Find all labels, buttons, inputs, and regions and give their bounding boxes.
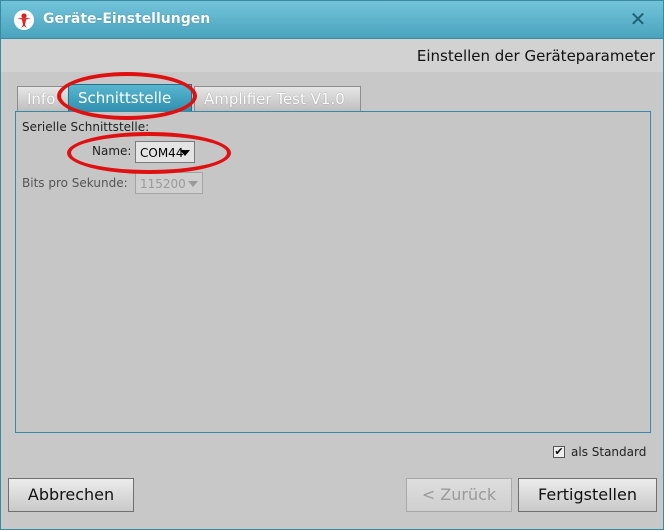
port-name-value: COM44 (140, 146, 184, 160)
tab-info[interactable]: Info (17, 86, 73, 112)
dialog-window: Geräte-Einstellungen ✕ Einstellen der Ge… (0, 0, 664, 530)
finish-button[interactable]: Fertigstellen (518, 478, 657, 512)
default-checkbox[interactable]: ✔ (553, 446, 565, 458)
serial-group-label: Serielle Schnittstelle: (22, 120, 150, 134)
person-logo-icon (14, 10, 34, 30)
page-header: Einstellen der Geräteparameter (1, 39, 663, 72)
baud-rate-label: Bits pro Sekunde: (22, 176, 128, 190)
tab-amplifier-test[interactable]: Amplifier Test V1.0 (194, 86, 361, 112)
tab-panel-schnittstelle: Serielle Schnittstelle: Name: COM44 Bits… (15, 111, 651, 433)
chevron-down-icon (188, 181, 198, 187)
baud-rate-select: 115200 (135, 172, 203, 194)
baud-rate-value: 115200 (140, 177, 186, 191)
window-title: Geräte-Einstellungen (43, 11, 211, 27)
port-name-label: Name: (92, 144, 132, 158)
chevron-down-icon (180, 150, 190, 156)
cancel-button[interactable]: Abbrechen (8, 478, 134, 512)
page-title: Einstellen der Geräteparameter (416, 47, 655, 65)
port-name-select[interactable]: COM44 (135, 141, 195, 163)
close-icon[interactable]: ✕ (629, 9, 647, 29)
tab-schnittstelle[interactable]: Schnittstelle (68, 84, 192, 112)
back-button: < Zurück (406, 478, 512, 512)
default-checkbox-label: als Standard (571, 445, 647, 459)
title-bar[interactable]: Geräte-Einstellungen ✕ (1, 1, 663, 39)
